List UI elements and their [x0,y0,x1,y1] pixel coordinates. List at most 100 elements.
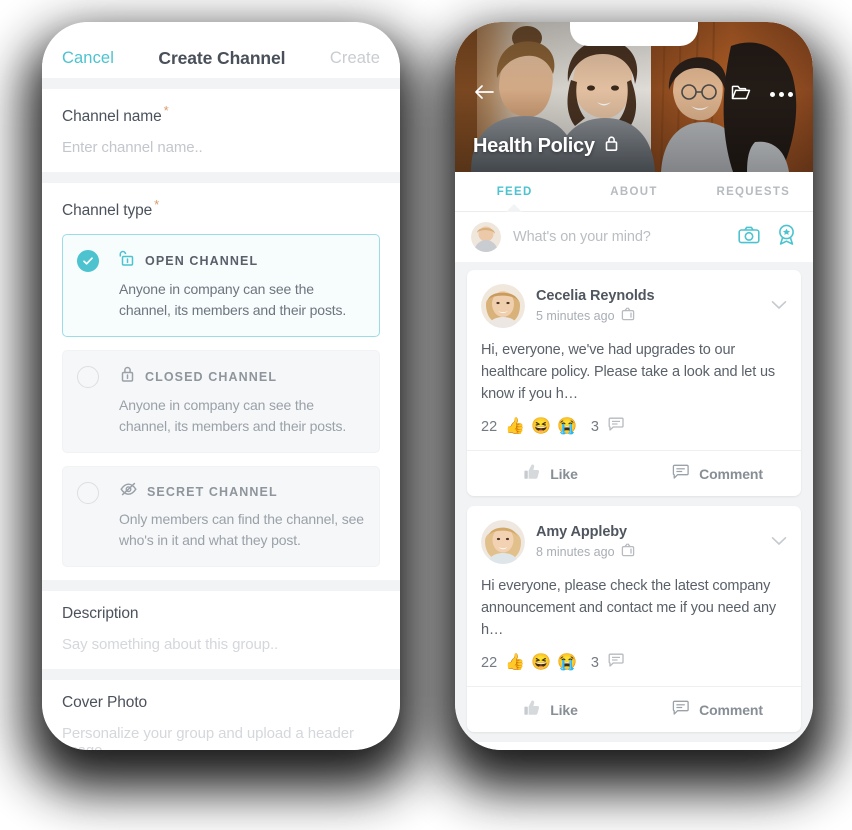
dot [779,92,784,97]
post-time: 8 minutes ago [536,544,615,559]
closed-padlock-icon [604,135,619,158]
thumbs-up-icon [523,699,541,720]
cover-photo-section: Cover Photo Personalize your group and u… [42,680,400,750]
section-divider [42,669,400,681]
post-reactions[interactable]: 22 👍 😆 😭 3 [467,641,801,686]
cancel-button[interactable]: Cancel [62,49,114,68]
folder-icon[interactable] [731,84,751,106]
required-asterisk: * [154,197,160,213]
avatar [471,222,501,252]
crying-emoji: 😭 [556,654,577,671]
description-section: Description Say something about this gro… [42,591,400,669]
create-channel-phone: Cancel Create Channel Create Channel nam… [42,22,400,750]
closed-padlock-icon [119,365,136,388]
post-author: Amy Appleby [536,524,628,540]
radio-column [77,365,119,437]
post-text: Hi, everyone, we've had upgrades to our … [481,342,775,402]
channel-name-label: Channel name * [62,103,169,126]
dot [770,92,775,97]
channel-name-input[interactable]: Enter channel name.. [62,139,380,172]
post-reactions[interactable]: 22 👍 😆 😭 3 [467,405,801,450]
active-tab-indicator [506,204,523,212]
channel-type-section: Channel type * [42,183,400,220]
thumbs-up-emoji: 👍 [505,418,526,435]
thumbs-up-icon [523,463,541,484]
post-text: Hi everyone, please check the latest com… [481,578,777,638]
comment-count: 3 [590,419,599,435]
channel-title-block: Health Policy [473,135,619,158]
like-button[interactable]: Like [467,687,634,732]
dot [788,92,793,97]
chevron-down-icon[interactable] [771,297,787,315]
post-feed: Cecelia Reynolds 5 minutes ago Hi, every… [455,270,813,750]
reaction-count: 22 [481,419,498,435]
description-label: Description [62,605,139,623]
reaction-count: 22 [481,655,498,671]
avatar[interactable] [481,520,525,564]
option-head: CLOSED CHANNEL [119,365,365,388]
crying-emoji: 😭 [556,418,577,435]
description-input[interactable]: Say something about this group.. [62,636,380,669]
tv-icon [621,307,635,324]
award-badge-icon[interactable] [776,224,797,250]
post-card: Amy Appleby 8 minutes ago Hi everyone, p… [467,506,801,732]
screenshot-root: Cancel Create Channel Create Channel nam… [0,0,852,830]
like-button[interactable]: Like [467,451,634,496]
section-divider [42,580,400,592]
option-description: Anyone in company can see the channel, i… [119,397,347,435]
radio-unselected-icon[interactable] [77,482,99,505]
cover-photo-label: Cover Photo [62,694,148,712]
more-dots-icon[interactable] [770,92,793,97]
cover-photo-hint: Personalize your group and upload a head… [62,725,354,750]
option-body: SECRET CHANNEL Only members can find the… [119,481,365,551]
post-author-block: Amy Appleby 8 minutes ago [536,524,760,560]
chevron-down-icon[interactable] [771,533,787,551]
post-actions: Like Comment [467,686,801,732]
comment-button[interactable]: Comment [634,451,801,496]
option-description: Only members can find the channel, see w… [119,511,364,549]
comment-icon [672,700,690,719]
comment-label: Comment [699,701,763,718]
composer-input[interactable]: What's on your mind? [513,229,726,245]
option-head: SECRET CHANNEL [119,481,365,502]
laughing-emoji: 😆 [531,418,551,435]
radio-unselected-icon[interactable] [77,366,99,389]
option-title: CLOSED CHANNEL [145,369,278,384]
post-meta: 8 minutes ago [536,543,760,560]
post-actions: Like Comment [467,450,801,496]
post-composer[interactable]: What's on your mind? [455,212,813,262]
tv-icon [621,543,635,560]
arrow-left-icon[interactable] [473,84,495,105]
channel-type-option-closed[interactable]: CLOSED CHANNEL Anyone in company can see… [62,350,380,454]
camera-icon[interactable] [738,226,760,249]
open-padlock-icon [119,249,136,272]
eye-slash-icon [119,481,138,502]
comment-icon[interactable] [608,653,625,673]
required-asterisk: * [163,103,169,118]
comment-button[interactable]: Comment [634,687,801,732]
like-label: Like [550,701,578,718]
channel-name-section: Channel name * Enter channel name.. [42,89,400,172]
avatar[interactable] [481,284,525,328]
radio-selected-icon[interactable] [77,250,99,273]
post-card: Cecelia Reynolds 5 minutes ago Hi, every… [467,270,801,496]
channel-type-option-open[interactable]: OPEN CHANNEL Anyone in company can see t… [62,234,380,338]
channel-type-option-secret[interactable]: SECRET CHANNEL Only members can find the… [62,466,380,568]
create-button[interactable]: Create [330,49,380,68]
comment-icon[interactable] [608,417,625,437]
channel-type-label: Channel type * [62,197,160,220]
option-title: SECRET CHANNEL [147,484,278,499]
section-divider [42,78,400,89]
post-author-block: Cecelia Reynolds 5 minutes ago [536,288,760,324]
post-card: Amy Appleby [467,742,801,750]
composer-icons [738,224,797,250]
section-divider [42,172,400,184]
like-label: Like [550,465,578,482]
tab-requests[interactable]: REQUESTS [694,172,813,211]
option-description: Anyone in company can see the channel, i… [119,281,347,319]
page-title: Create Channel [158,47,286,68]
post-author: Cecelia Reynolds [536,288,655,304]
tab-about[interactable]: ABOUT [574,172,693,211]
comment-icon [672,464,690,483]
thumbs-up-emoji: 👍 [505,654,526,671]
